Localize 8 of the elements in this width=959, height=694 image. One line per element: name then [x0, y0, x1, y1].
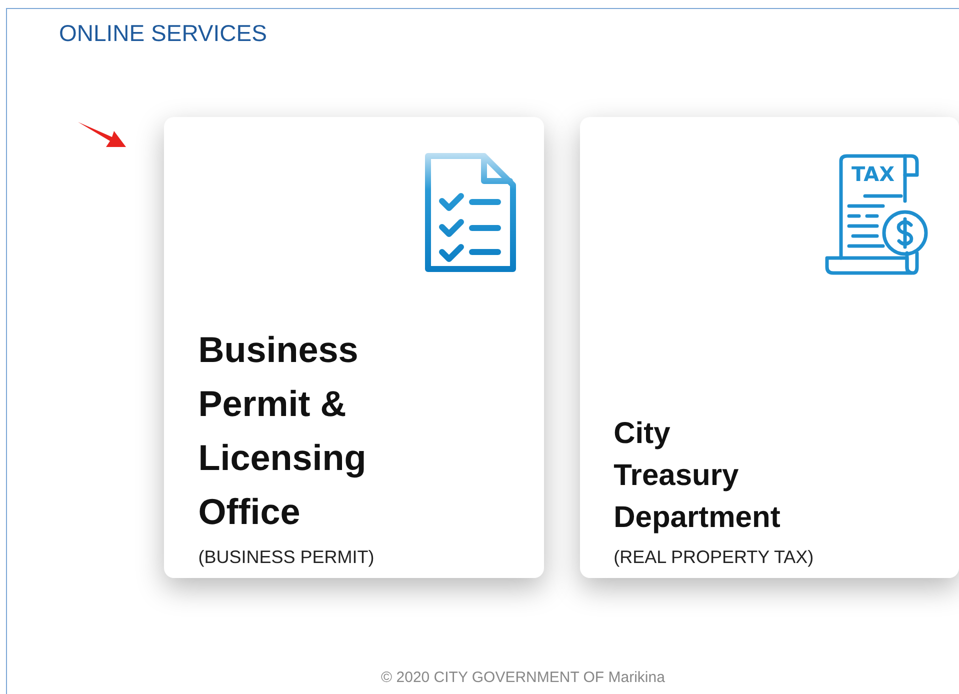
copyright-text: © 2020 CITY GOVERNMENT OF Marikina: [380, 669, 666, 686]
card-subtitle: (REAL PROPERTY TAX): [614, 547, 815, 568]
service-card[interactable]: TAX City Treasury Department (REAL PROPERTY TAX): [580, 117, 959, 578]
card-title: Business Permit & Licensing Office: [198, 328, 368, 534]
section-title: ONLINE SERVICES: [59, 19, 268, 47]
card-title: City Treasury Department: [614, 416, 782, 536]
card-subtitle: (BUSINESS PERMIT): [198, 547, 376, 568]
service-card[interactable]: Business Permit & Licensing Office (BUSINESS PERMIT): [164, 117, 544, 578]
